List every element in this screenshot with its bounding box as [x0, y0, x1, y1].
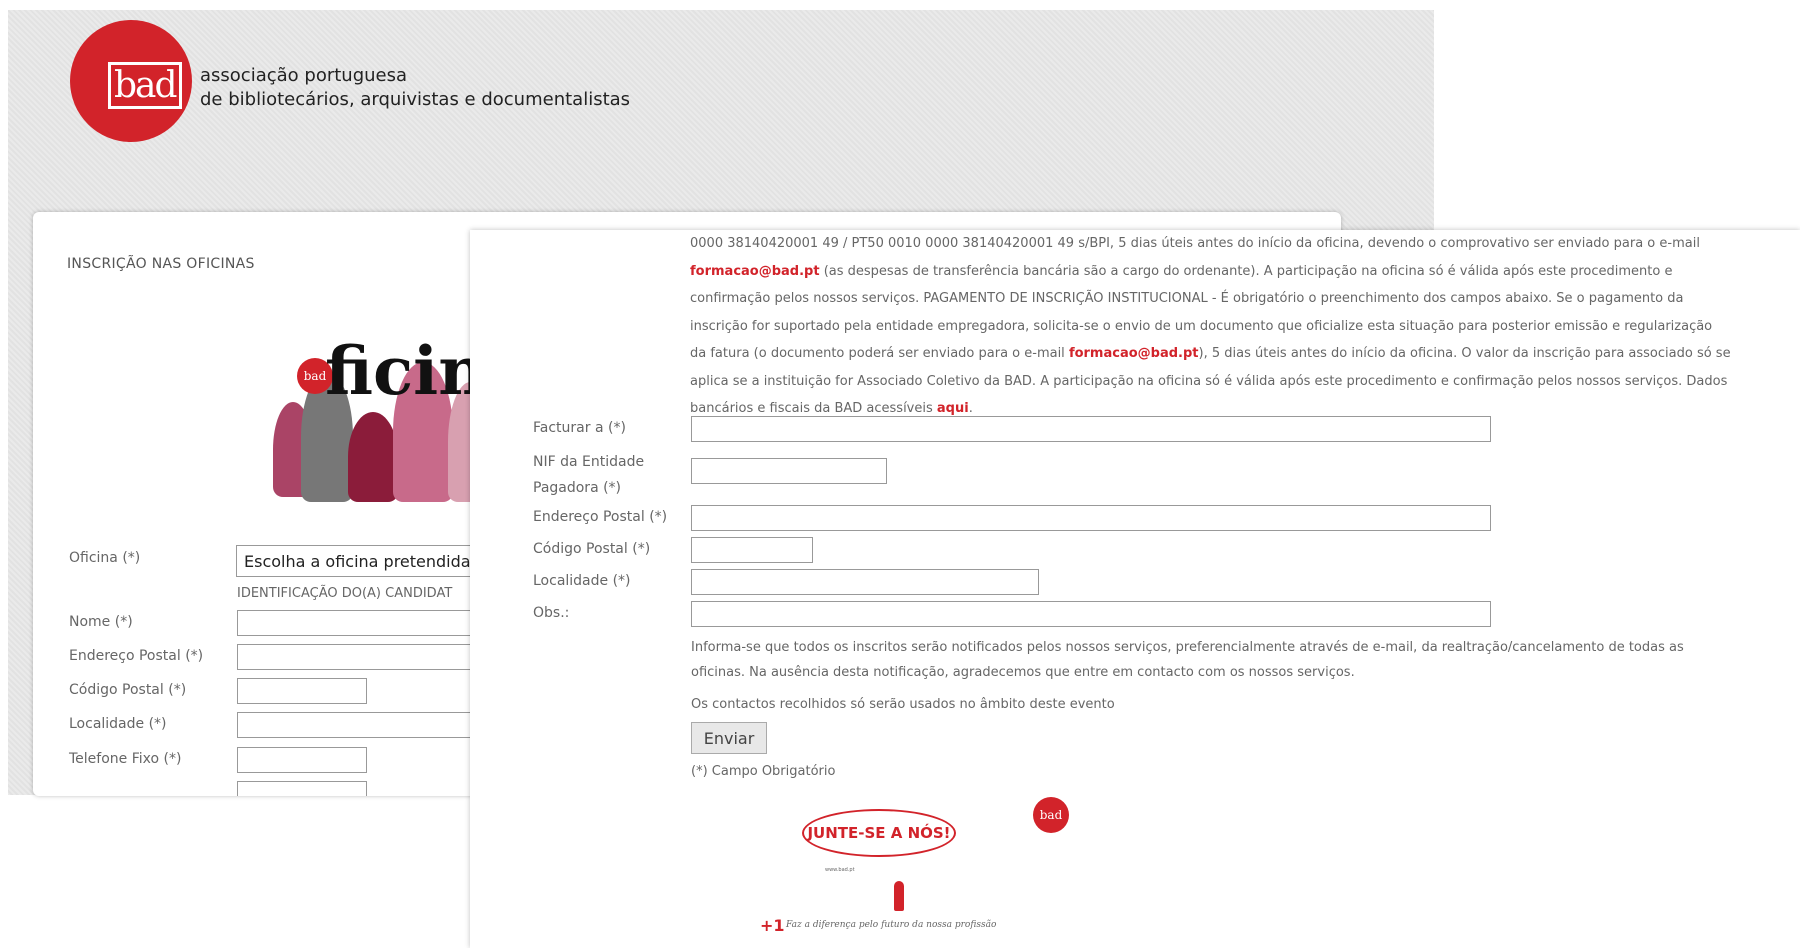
nome-input[interactable]	[237, 610, 497, 636]
info-line: formacao@bad.pt (as despesas de transfer…	[690, 263, 1673, 279]
localidade-label: Localidade (*)	[69, 716, 167, 732]
nome-label: Nome (*)	[69, 614, 133, 630]
partial-input[interactable]	[237, 781, 367, 796]
person-icon	[894, 881, 904, 911]
nif-label: NIF da Entidade Pagadora (*)	[533, 454, 645, 496]
endereco-label: Endereço Postal (*)	[69, 648, 204, 664]
required-note: (*) Campo Obrigatório	[691, 764, 836, 779]
plus-one: +1	[760, 916, 785, 935]
facturar-input[interactable]	[691, 416, 1491, 442]
bad-logo-small: bad	[1033, 797, 1069, 833]
org-line-1: associação portuguesa	[200, 65, 408, 86]
bad-logo[interactable]: bad	[70, 20, 192, 142]
info-line: aplica se a instituição for Associado Co…	[690, 373, 1728, 389]
codigo-postal-label: Código Postal (*)	[533, 541, 651, 557]
banner-figure	[348, 412, 398, 502]
endereco-input[interactable]	[237, 644, 497, 670]
info-line: 0000 38140420001 49 / PT50 0010 0000 381…	[690, 236, 1700, 251]
telefone-label: Telefone Fixo (*)	[69, 751, 182, 767]
codigo-postal-input[interactable]	[237, 678, 367, 704]
notification-notice: Informa-se que todos os inscritos serão …	[691, 640, 1684, 680]
endereco-postal-input[interactable]	[691, 505, 1491, 531]
telefone-input[interactable]	[237, 747, 367, 773]
oficina-label: Oficina (*)	[69, 550, 141, 566]
email-link[interactable]: formacao@bad.pt	[690, 264, 820, 279]
info-line: inscrição for suportado pela entidade em…	[690, 318, 1713, 334]
localidade-input[interactable]	[237, 712, 497, 738]
submit-button[interactable]: Enviar	[691, 722, 767, 754]
organization-name: associação portuguesa de bibliotecários,…	[200, 64, 630, 112]
section-label: IDENTIFICAÇÃO DO(A) CANDIDAT	[237, 586, 453, 601]
codigo-postal-label: Código Postal (*)	[69, 682, 187, 698]
email-link[interactable]: formacao@bad.pt	[1069, 346, 1199, 361]
org-line-2: de bibliotecários, arquivistas e documen…	[200, 89, 631, 110]
payment-info: 0000 38140420001 49 / PT50 0010 0000 381…	[690, 230, 1795, 423]
join-us-bubble[interactable]: JUNTE-SE A NÓS!	[802, 809, 956, 857]
codigo-postal-input[interactable]	[691, 537, 813, 563]
oficina-select[interactable]: Escolha a oficina pretendida	[236, 545, 496, 577]
obs-label: Obs.:	[533, 605, 570, 621]
localidade-label: Localidade (*)	[533, 573, 631, 589]
privacy-note: Os contactos recolhidos só serão usados …	[691, 697, 1115, 712]
endereco-postal-label: Endereço Postal (*)	[533, 509, 668, 525]
banner-word: ficin	[325, 332, 487, 410]
obs-input[interactable]	[691, 601, 1491, 627]
facturar-label: Facturar a (*)	[533, 420, 626, 436]
localidade-input[interactable]	[691, 569, 1039, 595]
nif-input[interactable]	[691, 458, 887, 484]
info-line: da fatura (o documento poderá ser enviad…	[690, 346, 1731, 361]
promo-slogan: Faz a diferença pelo futuro da nossa pro…	[786, 920, 997, 930]
aqui-link[interactable]: aqui	[937, 401, 969, 416]
promo-url: www.bad.pt	[825, 867, 855, 873]
form-title: INSCRIÇÃO NAS OFICINAS	[67, 256, 255, 272]
form-card-right: 0000 38140420001 49 / PT50 0010 0000 381…	[470, 230, 1800, 948]
logo-text: bad	[108, 62, 182, 109]
info-line: confirmação pelos nossos serviços. PAGAM…	[690, 291, 1684, 306]
